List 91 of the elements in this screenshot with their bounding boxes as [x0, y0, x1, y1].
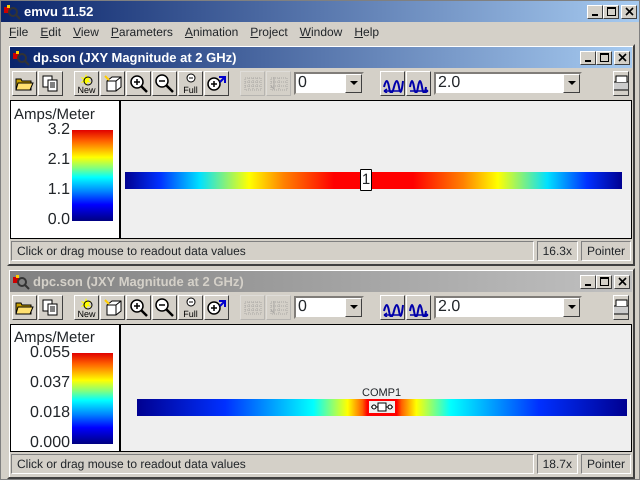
- zoom-full-button[interactable]: Full: [178, 70, 203, 96]
- port-label: 1: [360, 169, 372, 191]
- zoom-full-button[interactable]: Full: [178, 294, 203, 320]
- mode-indicator: Pointer: [580, 241, 631, 261]
- component-label: COMP1: [362, 386, 402, 401]
- plot-canvas[interactable]: COMP1: [121, 325, 631, 451]
- close-icon: [616, 52, 628, 63]
- legend-tick-label: 2.1: [46, 152, 70, 168]
- document-title: dpc.son (JXY Magnitude at 2 GHz): [33, 272, 244, 291]
- status-message: Click or drag mouse to readout data values: [11, 241, 534, 261]
- zoom-in-button[interactable]: [126, 70, 151, 96]
- legend-tick-label: 0.055: [30, 344, 70, 360]
- animate-button[interactable]: [380, 294, 405, 320]
- box-icon: [102, 73, 124, 93]
- zoom-in-icon: [128, 73, 150, 93]
- legend-tick-label: 1.1: [46, 182, 70, 198]
- zoom-out-icon: [154, 297, 176, 317]
- legend-tick-label: 0.037: [28, 374, 70, 391]
- maximize-button[interactable]: [596, 274, 612, 288]
- box-icon: [102, 297, 124, 317]
- minimize-icon: [585, 60, 591, 62]
- minimize-button[interactable]: [587, 4, 603, 18]
- close-button[interactable]: [614, 50, 630, 64]
- plot-canvas[interactable]: 1: [121, 101, 631, 238]
- maximize-icon: [598, 276, 610, 287]
- dropdown-field[interactable]: 2.0: [434, 72, 582, 94]
- view-3d-button[interactable]: [100, 70, 125, 96]
- zoom-in-icon: [128, 297, 150, 317]
- zoom-out-button[interactable]: [152, 70, 177, 96]
- menu-item[interactable]: Edit: [34, 23, 68, 41]
- menu-item[interactable]: File: [3, 23, 34, 41]
- menu-item[interactable]: View: [67, 23, 105, 41]
- minimize-button[interactable]: [580, 274, 596, 288]
- animate-button[interactable]: [406, 294, 431, 320]
- dropdown-field[interactable]: 0: [294, 72, 364, 94]
- new-button[interactable]: New: [74, 294, 99, 320]
- zoom-out-button[interactable]: [152, 294, 177, 320]
- legend-title: Amps/Meter: [14, 328, 96, 346]
- legend-tick-label: 0.000: [28, 435, 70, 452]
- open-button[interactable]: [12, 294, 37, 320]
- document-title: dp.son (JXY Magnitude at 2 GHz): [33, 48, 236, 67]
- app-icon: [12, 50, 30, 66]
- zoom-level: 16.3x: [536, 241, 578, 261]
- menu-item[interactable]: Window: [294, 23, 348, 41]
- minimize-button[interactable]: [580, 50, 596, 64]
- caret-icon: [568, 304, 576, 310]
- app-icon: [3, 4, 21, 20]
- menu-item[interactable]: Project: [244, 23, 294, 41]
- legend-tick-label: 0.0: [46, 212, 70, 228]
- close-icon: [624, 6, 634, 17]
- animate-button[interactable]: [380, 70, 405, 96]
- print-button[interactable]: [613, 294, 629, 320]
- zoom-pan-icon: [206, 73, 228, 93]
- window-title: emvu 11.52: [24, 2, 94, 21]
- menu-item[interactable]: Help: [348, 23, 386, 41]
- caret-icon: [350, 304, 358, 310]
- animate-button[interactable]: [406, 70, 431, 96]
- legend-tick-label: 0.018: [28, 405, 70, 422]
- copy-button[interactable]: [38, 70, 63, 96]
- open-button[interactable]: [12, 70, 37, 96]
- app-icon: [12, 274, 30, 290]
- maximize-icon: [598, 52, 610, 63]
- print-button[interactable]: [613, 70, 629, 96]
- dropdown-field[interactable]: 0: [294, 296, 364, 318]
- zoom-in-button[interactable]: [126, 294, 151, 320]
- close-button[interactable]: [614, 274, 630, 288]
- menu-item[interactable]: Parameters: [104, 23, 179, 41]
- maximize-button[interactable]: [603, 4, 619, 18]
- zoom-level: 18.7x: [536, 454, 578, 474]
- view-3d-button[interactable]: [100, 294, 125, 320]
- legend-title: Amps/Meter: [14, 105, 96, 123]
- legend-tick-label: 3.2: [48, 122, 70, 138]
- menu-item[interactable]: Animation: [178, 23, 244, 41]
- caret-icon: [350, 80, 358, 86]
- component-icon: [369, 401, 395, 413]
- dropdown-field[interactable]: 2.0: [434, 296, 582, 318]
- close-icon: [616, 276, 628, 287]
- caret-icon: [568, 80, 576, 86]
- minimize-icon: [585, 284, 591, 286]
- zoom-button[interactable]: [204, 294, 229, 320]
- close-button[interactable]: [621, 4, 637, 18]
- new-button[interactable]: New: [74, 70, 99, 96]
- status-message: Click or drag mouse to readout data values: [11, 454, 534, 474]
- minimize-icon: [592, 14, 598, 16]
- zoom-button[interactable]: [204, 70, 229, 96]
- mode-indicator: Pointer: [580, 454, 631, 474]
- copy-button[interactable]: [38, 294, 63, 320]
- zoom-pan-icon: [206, 297, 228, 317]
- zoom-out-icon: [154, 73, 176, 93]
- maximize-button[interactable]: [596, 50, 612, 64]
- maximize-icon: [606, 6, 616, 17]
